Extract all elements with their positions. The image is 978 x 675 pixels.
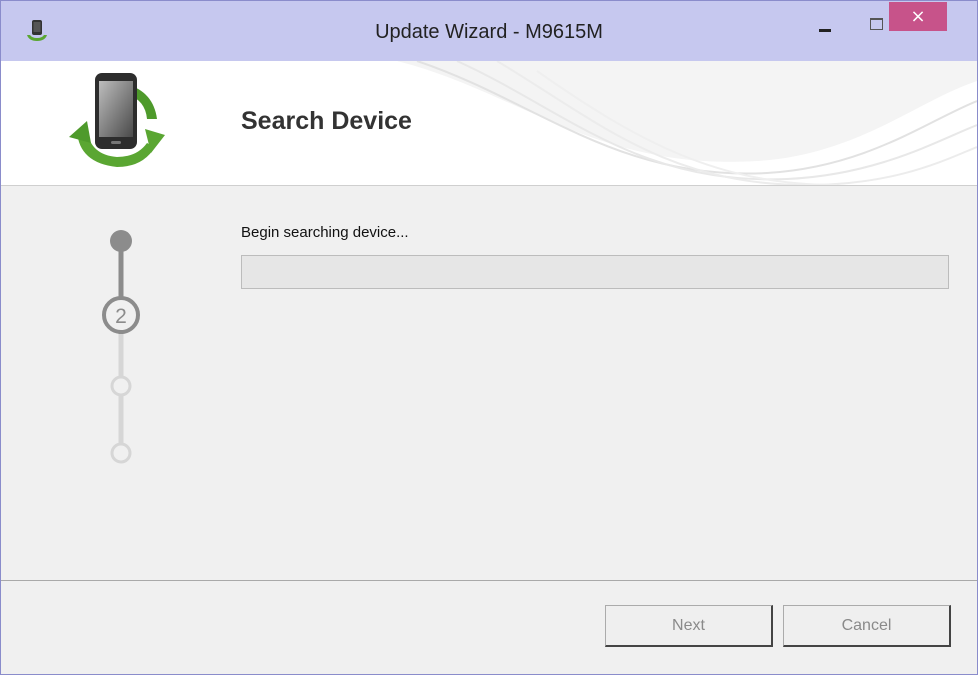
close-icon: × [910, 5, 926, 27]
step-3-dot [110, 375, 132, 397]
decorative-waves [397, 61, 977, 185]
status-message: Begin searching device... [241, 224, 409, 241]
wizard-footer: Next Cancel [1, 580, 977, 674]
wizard-header: Search Device [1, 61, 977, 186]
cancel-button[interactable]: Cancel [783, 605, 951, 647]
next-button[interactable]: Next [605, 605, 773, 647]
step-4-dot [110, 442, 132, 464]
minimize-button[interactable] [805, 9, 845, 39]
close-button[interactable]: × [889, 2, 947, 31]
wizard-content: 2 Begin searching device... [1, 186, 977, 581]
maximize-icon [869, 18, 883, 30]
step-indicator: 2 [102, 230, 140, 464]
search-progress-bar [241, 255, 949, 289]
step-1-dot [110, 230, 132, 252]
minimize-icon [819, 28, 831, 32]
device-sync-icon [69, 73, 165, 167]
step-2-number: 2 [115, 305, 127, 328]
update-wizard-window: Update Wizard - M9615M × Search Device 2… [0, 0, 978, 675]
page-title: Search Device [241, 107, 412, 135]
title-bar[interactable]: Update Wizard - M9615M × [1, 1, 977, 61]
